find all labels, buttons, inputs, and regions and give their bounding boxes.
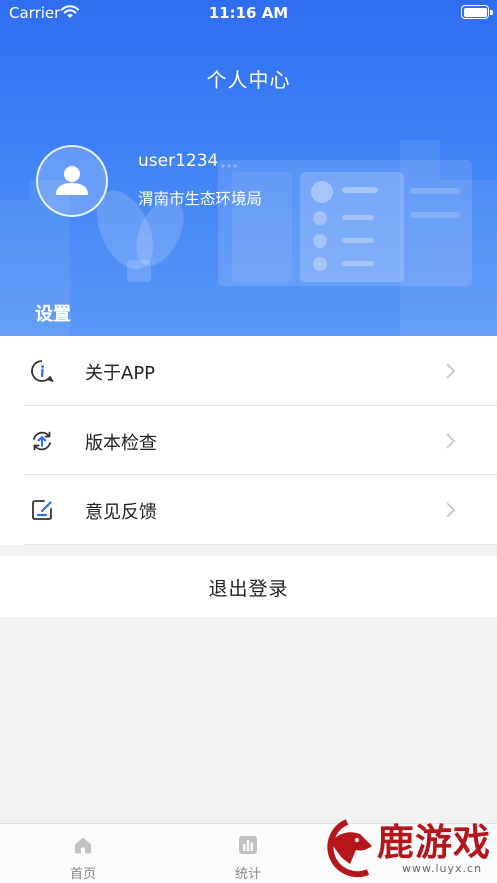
logout-label: 退出登录: [208, 578, 289, 600]
menu-item-feedback[interactable]: 意见反馈: [0, 475, 497, 545]
chevron-right-icon: [446, 502, 456, 518]
divider: [24, 543, 497, 545]
update-icon: [33, 431, 51, 450]
username: user1234: [138, 151, 219, 171]
chevron-right-icon: [446, 363, 456, 379]
profile-header: Carrier 11:16 AM 个人中心 user1234 渭南市生态环境局 …: [0, 0, 497, 336]
menu-label-version-check: 版本检查: [85, 432, 157, 454]
menu-item-version-check[interactable]: 版本检查: [0, 406, 497, 475]
tab-stats-label: 统计: [234, 867, 261, 882]
menu-item-about[interactable]: 关于APP: [0, 336, 497, 406]
tab-home-label: 首页: [69, 867, 96, 882]
settings-section-label: 设置: [35, 304, 71, 325]
settings-menu: 关于APP 版本检查 意见反馈: [0, 336, 497, 545]
avatar[interactable]: [36, 145, 108, 217]
page-title: 个人中心: [206, 68, 291, 92]
status-bar: Carrier 11:16 AM: [0, 0, 497, 26]
tab-stats[interactable]: 统计: [208, 824, 288, 883]
info-icon: [31, 360, 54, 382]
chevron-right-icon: [446, 432, 456, 449]
home-icon: [75, 837, 91, 854]
status-time: 11:16 AM: [208, 4, 289, 22]
watermark-url: www.luyx.cn: [402, 862, 483, 875]
battery-icon: [461, 5, 493, 19]
watermark-text: 鹿游戏: [377, 820, 491, 864]
organization-name: 渭南市生态环境局: [138, 190, 263, 208]
user-icon: [56, 166, 88, 195]
menu-label-about: 关于APP: [85, 363, 156, 384]
tab-home[interactable]: 首页: [43, 824, 123, 883]
feedback-icon: [32, 500, 52, 520]
logout-button[interactable]: 退出登录: [0, 556, 497, 617]
menu-label-feedback: 意见反馈: [85, 502, 157, 523]
stats-icon: [239, 836, 257, 854]
